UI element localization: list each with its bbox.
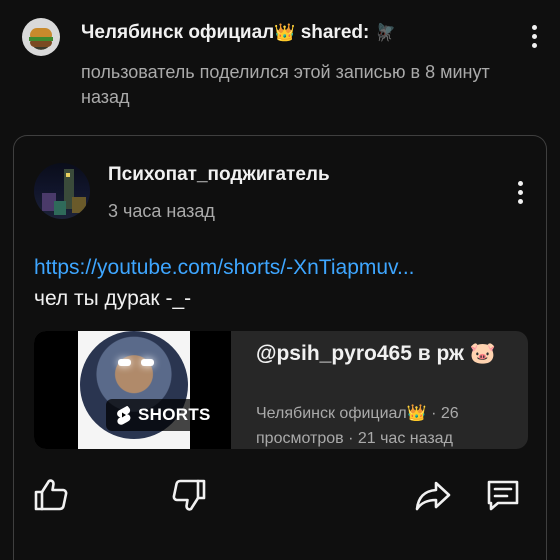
author-avatar[interactable] <box>34 163 90 219</box>
comment-icon[interactable] <box>484 476 522 514</box>
shared-post-card: Психопат_поджигатель 3 часа назад https:… <box>13 135 547 560</box>
video-card[interactable]: SHORTS @psih_pyro465 в рж 🐷 Челябинск оф… <box>34 331 528 449</box>
share-line: Челябинск официал👑 shared: 🪰 <box>81 22 396 44</box>
shorts-icon <box>117 406 131 425</box>
post-text: чел ты дурак -_- <box>34 287 192 310</box>
menu-dot <box>517 180 523 186</box>
burger-icon <box>30 28 52 37</box>
more-vert-icon[interactable] <box>524 22 544 50</box>
thumb-up-icon[interactable] <box>32 476 70 514</box>
video-title[interactable]: @psih_pyro465 в рж 🐷 <box>256 339 516 369</box>
video-meta: Челябинск официал👑 · 26 просмотров · 21 … <box>256 405 459 447</box>
channel-avatar[interactable] <box>22 18 60 56</box>
more-vert-icon[interactable] <box>510 178 530 206</box>
post-time: 3 часа назад <box>108 201 215 221</box>
menu-dot <box>517 189 523 195</box>
fly-emoji: 🪰 <box>374 23 396 42</box>
crown-emoji: 👑 <box>274 23 296 42</box>
shorts-label: SHORTS <box>138 405 211 424</box>
menu-dot <box>531 33 537 39</box>
share-subtitle: пользователь поделился этой записью в 8 … <box>81 62 490 107</box>
avatar-art <box>54 201 66 215</box>
channel-name[interactable]: Челябинск официал <box>81 22 274 43</box>
post-author[interactable]: Психопат_поджигатель <box>108 164 330 186</box>
post-link[interactable]: https://youtube.com/shorts/-XnTiapmuv... <box>34 256 415 280</box>
shorts-badge: SHORTS <box>106 399 221 431</box>
menu-dot <box>531 42 537 48</box>
avatar-art <box>72 197 86 213</box>
shared-label: shared: <box>300 22 370 43</box>
menu-dot <box>517 198 523 204</box>
thumbnail-eyes <box>118 359 154 367</box>
video-thumbnail[interactable]: SHORTS <box>34 331 231 449</box>
burger-icon-part <box>30 41 52 47</box>
shared-post-header: Челябинск официал👑 shared: 🪰 пользовател… <box>0 0 560 120</box>
thumb-down-icon[interactable] <box>170 476 208 514</box>
menu-dot <box>531 24 537 30</box>
share-icon[interactable] <box>414 476 452 514</box>
